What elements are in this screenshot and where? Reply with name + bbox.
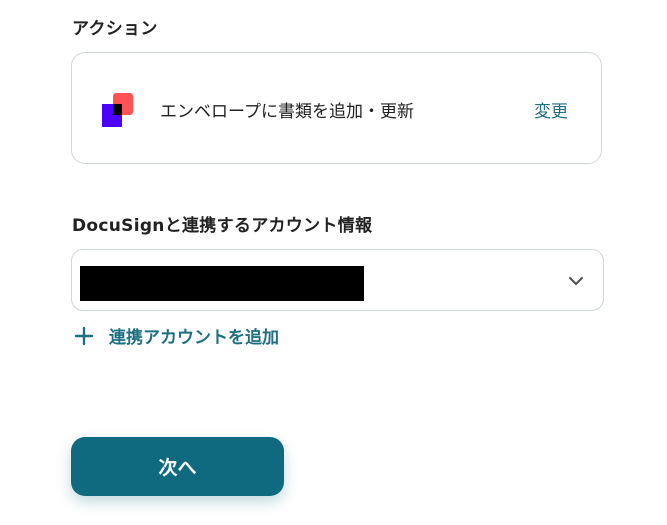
next-button[interactable]: 次へ	[71, 437, 284, 496]
docusign-icon	[102, 93, 133, 127]
action-card: エンベロープに書類を追加・更新 変更	[71, 52, 602, 164]
add-account-button[interactable]: 連携アカウントを追加	[73, 323, 279, 348]
add-account-label: 連携アカウントを追加	[109, 328, 279, 348]
chevron-down-icon[interactable]	[567, 272, 585, 290]
plus-icon	[74, 326, 94, 345]
action-name: エンベロープに書類を追加・更新	[160, 102, 414, 122]
page: アクション エンベロープに書類を追加・更新 変更 DocuSignと連携するアカ…	[0, 0, 667, 525]
account-select[interactable]	[71, 249, 604, 311]
account-section-label: DocuSignと連携するアカウント情報	[72, 216, 373, 236]
change-action-link[interactable]: 変更	[534, 97, 568, 122]
action-section-label: アクション	[72, 19, 158, 39]
account-selected-value-redacted	[80, 266, 364, 301]
